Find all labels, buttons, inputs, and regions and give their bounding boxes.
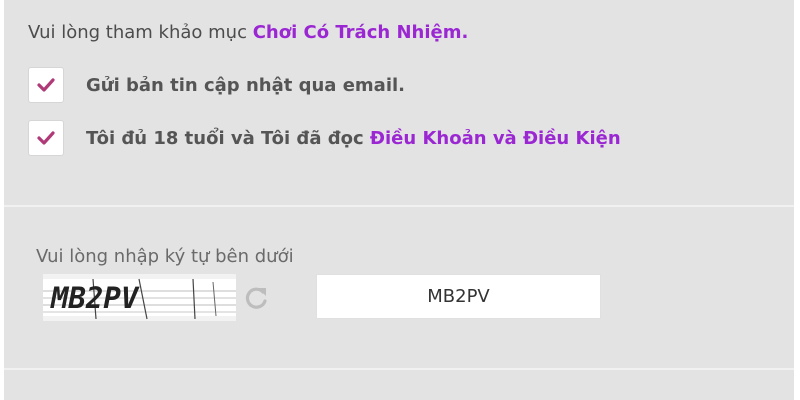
captcha-image-text: MB2PV [50, 281, 140, 315]
newsletter-option: Gửi bản tin cập nhật qua email. [28, 67, 405, 103]
terms-conditions-link[interactable]: Điều Khoản và Điều Kiện [370, 128, 621, 149]
refresh-icon[interactable] [241, 283, 271, 313]
age-terms-option: Tôi đủ 18 tuổi và Tôi đã đọc Điều Khoản … [28, 120, 621, 156]
section-divider [4, 205, 794, 207]
responsible-gaming-notice: Vui lòng tham khảo mục Chơi Có Trách Nhi… [28, 22, 468, 43]
agreements-section: Vui lòng tham khảo mục Chơi Có Trách Nhi… [4, 0, 794, 205]
registration-panel: Vui lòng tham khảo mục Chơi Có Trách Nhi… [4, 0, 794, 400]
age-terms-label: Tôi đủ 18 tuổi và Tôi đã đọc Điều Khoản … [86, 128, 621, 149]
newsletter-label: Gửi bản tin cập nhật qua email. [86, 74, 406, 96]
responsible-gaming-link[interactable]: Chơi Có Trách Nhiệm. [253, 22, 469, 43]
captcha-input[interactable] [316, 274, 601, 319]
notice-text: Vui lòng tham khảo mục [28, 22, 253, 43]
checkmark-icon [37, 78, 55, 92]
captcha-graphic: MB2PV [43, 274, 236, 321]
captcha-instruction: Vui lòng nhập ký tự bên dưới [36, 246, 294, 267]
checkmark-icon [37, 131, 55, 145]
age-terms-checkbox[interactable] [28, 120, 64, 156]
captcha-image: MB2PV [43, 274, 236, 321]
section-divider [4, 368, 794, 370]
newsletter-checkbox[interactable] [28, 67, 64, 103]
age-terms-text: Tôi đủ 18 tuổi và Tôi đã đọc [86, 127, 370, 149]
